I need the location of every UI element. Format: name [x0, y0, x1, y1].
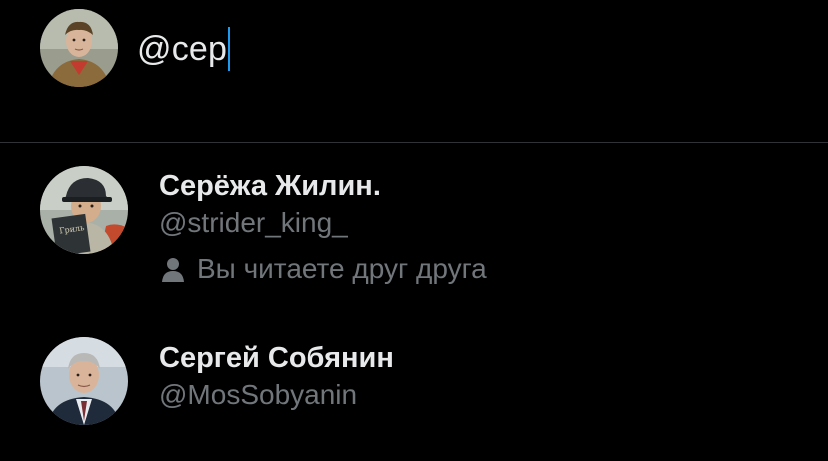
suggestion-text: Сергей Собянин @MosSobyanin [159, 340, 394, 413]
mutual-follow-label: Вы читаете друг друга [159, 251, 487, 287]
suggestion-display-name: Сергей Собянин [159, 342, 394, 374]
compose-input-value: @сер [137, 29, 228, 68]
compose-area: @сер [0, 0, 828, 142]
mention-suggestion[interactable]: Гриль Серёжа Жилин. @strider_king_ Вы чи… [0, 156, 828, 306]
suggestion-text: Серёжа Жилин. @strider_king_ Вы читаете … [159, 168, 487, 287]
text-caret [228, 27, 231, 71]
mutual-follow-text: Вы читаете друг друга [197, 253, 487, 284]
suggestion-display-name: Серёжа Жилин. [159, 170, 381, 202]
my-avatar[interactable] [40, 9, 118, 87]
mention-suggestion[interactable]: Сергей Собянин @MosSobyanin [0, 326, 828, 446]
compose-text-input[interactable]: @сер [137, 24, 231, 74]
person-icon [161, 256, 185, 282]
avatar [40, 337, 128, 425]
suggestion-handle: @MosSobyanin [159, 379, 358, 410]
suggestion-handle: @strider_king_ [159, 207, 348, 238]
avatar: Гриль [40, 166, 128, 254]
divider [0, 142, 828, 143]
